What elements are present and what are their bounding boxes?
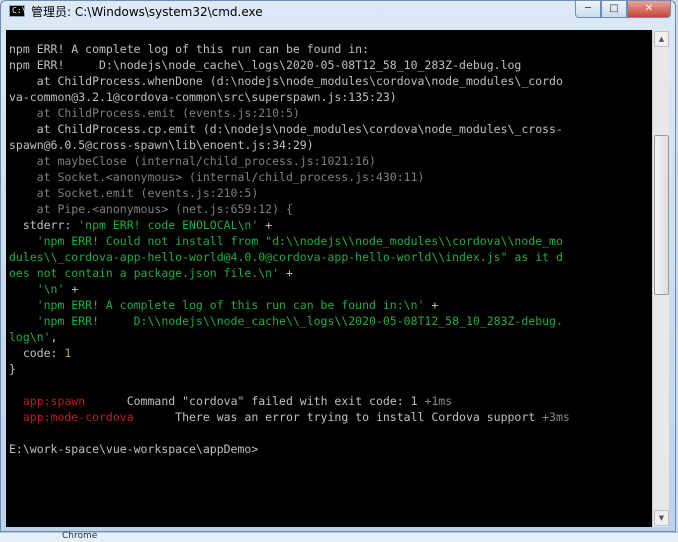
maximize-button[interactable]: □ [601, 1, 627, 18]
console-segment: oes not contain a package.json file.\n' [9, 266, 280, 280]
console-line: at Pipe.<anonymous> (net.js:659:12) { [9, 202, 293, 216]
vertical-scrollbar[interactable]: ▲ ▼ [652, 30, 669, 527]
console-segment: va-common@3.2.1@cordova-common\src\super… [9, 90, 397, 104]
console-segment: 1 [64, 346, 72, 360]
title-bar[interactable]: C:\ 管理员: C:\Windows\system32\cmd.exe ─ □… [1, 1, 675, 23]
scroll-thumb[interactable] [654, 135, 669, 295]
console-segment: + [424, 298, 439, 312]
console-segment: E:\work-space\vue-workspace\appDemo> [9, 442, 259, 456]
console-line: 'npm ERR! Could not install from "d:\\no… [9, 234, 563, 248]
console-output[interactable]: npm ERR! A complete log of this run can … [6, 30, 652, 527]
console-segment: There was an error trying to install Cor… [133, 410, 543, 424]
console-segment: at ChildProcess.whenDone (d:\nodejs\node… [9, 74, 563, 88]
console-segment: + [64, 282, 79, 296]
console-line: dules\\_cordova-app-hello-world@4.0.0@co… [9, 250, 563, 264]
console-line: at Socket.<anonymous> (internal/child_pr… [9, 170, 425, 184]
console-segment: } [9, 362, 16, 376]
console-segment: spawn@6.0.5@cross-spawn\lib\enoent.js:34… [9, 138, 314, 152]
console-line: spawn@6.0.5@cross-spawn\lib\enoent.js:34… [9, 138, 314, 152]
console-segment: app:spawn [9, 394, 86, 408]
console-line: at Socket.emit (events.js:210:5) [9, 186, 259, 200]
console-segment: at Socket.<anonymous> (internal/child_pr… [9, 170, 425, 184]
console-segment: +1ms [424, 394, 453, 408]
console-segment: +3ms [542, 410, 570, 424]
console-segment: at ChildProcess.cp.emit (d:\nodejs\node_… [9, 122, 563, 136]
console-line: app:mode-cordova There was an error tryi… [9, 410, 570, 424]
console-segment: npm ERR! D:\nodejs\node_cache\_logs\2020… [9, 58, 522, 72]
console-segment: npm ERR! A complete log of this run can … [9, 42, 370, 56]
scroll-up-arrow-icon[interactable]: ▲ [654, 31, 669, 47]
console-line: at ChildProcess.emit (events.js:210:5) [9, 106, 300, 120]
console-text: npm ERR! A complete log of this run can … [9, 41, 570, 457]
console-line: at ChildProcess.cp.emit (d:\nodejs\node_… [9, 122, 563, 136]
taskbar-item-chrome[interactable]: Chrome [62, 531, 97, 541]
console-line: stderr: 'npm ERR! code ENOLOCAL\n' + [9, 218, 272, 232]
console-segment: + [279, 266, 293, 280]
console-segment: at maybeClose (internal/child_process.js… [9, 154, 376, 168]
console-segment: dules\\_cordova-app-hello-world@4.0.0@co… [9, 250, 563, 264]
console-line: log\n', [9, 330, 57, 344]
console-segment: + [258, 218, 273, 232]
console-line: oes not contain a package.json file.\n' … [9, 266, 293, 280]
console-segment: '\n' [36, 282, 65, 296]
window-title: 管理员: C:\Windows\system32\cmd.exe [31, 5, 263, 19]
console-segment [9, 282, 37, 296]
console-line: at maybeClose (internal/child_process.js… [9, 154, 376, 168]
console-segment: 'npm ERR! code ENOLOCAL\n' [78, 218, 259, 232]
console-line: E:\work-space\vue-workspace\appDemo> [9, 442, 258, 456]
console-line: } [9, 362, 16, 376]
console-segment: 'npm ERR! A complete log of this run can… [9, 298, 425, 312]
cmd-icon[interactable]: C:\ [9, 5, 26, 17]
minimize-button[interactable]: ─ [575, 1, 601, 18]
close-button[interactable]: ✕ [627, 1, 671, 18]
console-segment: stderr: [9, 218, 79, 232]
console-segment: , [50, 330, 58, 344]
console-line: '\n' + [9, 282, 79, 296]
console-line: 'npm ERR! A complete log of this run can… [9, 298, 439, 312]
console-line: 'npm ERR! D:\\nodejs\\node_cache\\_logs\… [9, 314, 563, 328]
console-segment: app:mode-cordova [9, 410, 134, 424]
console-line: va-common@3.2.1@cordova-common\src\super… [9, 90, 397, 104]
console-segment: at Socket.emit (events.js:210:5) [9, 186, 259, 200]
window-controls: ─ □ ✕ [575, 1, 671, 19]
console-segment: log\n' [9, 330, 51, 344]
console-line: npm ERR! D:\nodejs\node_cache\_logs\2020… [9, 58, 521, 72]
console-line: at ChildProcess.whenDone (d:\nodejs\node… [9, 74, 563, 88]
console-segment: code: [9, 346, 65, 360]
cmd-window: C:\ 管理员: C:\Windows\system32\cmd.exe ─ □… [0, 0, 676, 532]
console-segment: 'npm ERR! Could not install from "d:\\no… [9, 234, 563, 248]
console-segment: at Pipe.<anonymous> (net.js:659:12) { [9, 202, 293, 216]
console-segment: Command "cordova" failed with exit code:… [85, 394, 425, 408]
console-segment: 'npm ERR! D:\\nodejs\\node_cache\\_logs\… [9, 314, 563, 328]
console-line: npm ERR! A complete log of this run can … [9, 42, 369, 56]
console-line: code: 1 [9, 346, 71, 360]
console-segment: at ChildProcess.emit (events.js:210:5) [9, 106, 300, 120]
scroll-down-arrow-icon[interactable]: ▼ [654, 510, 669, 526]
console-line: app:spawn Command "cordova" failed with … [9, 394, 452, 408]
